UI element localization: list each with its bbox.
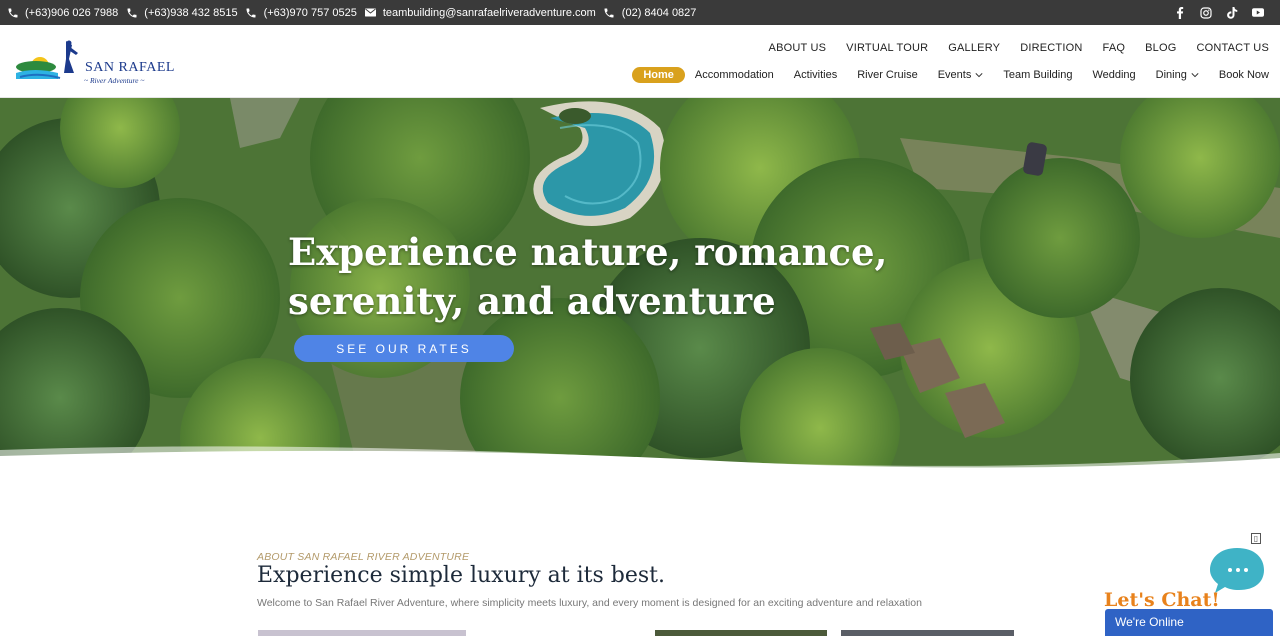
nav-activities[interactable]: Activities <box>794 69 837 81</box>
hero-section: Experience nature, romance, serenity, an… <box>0 98 1280 478</box>
secondary-nav: ABOUT US VIRTUAL TOUR GALLERY DIRECTION … <box>769 42 1269 54</box>
hero-title-line-1: Experience nature, romance, <box>288 230 888 274</box>
chevron-down-icon <box>1191 73 1199 78</box>
gallery-thumbnail[interactable] <box>841 630 1014 636</box>
instagram-icon[interactable] <box>1200 6 1212 19</box>
phone-icon <box>603 6 616 19</box>
nav-label: Dining <box>1155 69 1187 81</box>
nav-gallery[interactable]: GALLERY <box>948 42 1000 54</box>
contact-phone-2[interactable]: (+63)938 432 8515 <box>125 6 238 19</box>
gallery-thumbnail[interactable] <box>655 630 827 636</box>
contact-phone-4[interactable]: (02) 8404 0827 <box>603 6 697 19</box>
nav-virtual-tour[interactable]: VIRTUAL TOUR <box>846 42 928 54</box>
nav-label: Accommodation <box>694 69 774 81</box>
chevron-down-icon <box>975 73 983 78</box>
nav-blog[interactable]: BLOG <box>1145 42 1176 54</box>
about-eyebrow: ABOUT SAN RAFAEL RIVER ADVENTURE <box>257 551 470 563</box>
nav-wedding[interactable]: Wedding <box>1092 69 1135 81</box>
nav-faq[interactable]: FAQ <box>1103 42 1126 54</box>
about-description: Welcome to San Rafael River Adventure, w… <box>257 597 922 609</box>
nav-label: Team Building <box>1003 69 1073 81</box>
about-title: Experience simple luxury at its best. <box>257 563 666 588</box>
gallery-thumbnail[interactable] <box>258 630 466 636</box>
contact-text: (+63)938 432 8515 <box>144 6 238 19</box>
logo-subtitle: ~ River Adventure ~ <box>84 76 145 85</box>
nav-about-us[interactable]: ABOUT US <box>769 42 827 54</box>
email-icon <box>364 6 377 19</box>
youtube-icon[interactable] <box>1252 7 1264 19</box>
nav-dining[interactable]: Dining <box>1156 69 1199 81</box>
contact-text: teambuilding@sanrafaelriveradventure.com <box>382 6 596 19</box>
contact-phone-3[interactable]: (+63)970 757 0525 <box>245 6 357 19</box>
nav-label: Wedding <box>1092 69 1136 81</box>
phone-icon <box>6 6 19 19</box>
nav-label: Activities <box>793 69 838 81</box>
phone-icon <box>125 6 138 19</box>
site-header: SAN RAFAEL ~ River Adventure ~ ABOUT US … <box>0 25 1280 98</box>
chat-close-icon[interactable]: ▯ <box>1251 533 1261 544</box>
contact-text: (+63)970 757 0525 <box>263 6 357 19</box>
nav-contact-us[interactable]: CONTACT US <box>1197 42 1270 54</box>
phone-icon <box>245 6 258 19</box>
tiktok-icon[interactable] <box>1226 6 1238 19</box>
lets-chat-label[interactable]: Let's Chat! <box>1104 589 1220 611</box>
contact-list: (+63)906 026 7988 (+63)938 432 8515 (+63… <box>6 0 696 25</box>
nav-label: Events <box>937 69 972 81</box>
social-links <box>1174 0 1264 25</box>
contact-text: (+63)906 026 7988 <box>25 6 119 19</box>
contact-phone-1[interactable]: (+63)906 026 7988 <box>6 6 118 19</box>
top-contact-bar: (+63)906 026 7988 (+63)938 432 8515 (+63… <box>0 0 1280 25</box>
nav-events[interactable]: Events <box>938 69 984 81</box>
hero-title: Experience nature, romance, serenity, an… <box>288 228 888 326</box>
logo-title: SAN RAFAEL <box>85 60 175 75</box>
contact-text: (02) 8404 0827 <box>621 6 697 19</box>
nav-label: River Cruise <box>857 69 918 81</box>
nav-team-building[interactable]: Team Building <box>1003 69 1072 81</box>
logo-subtitle-text: River Adventure <box>89 76 139 85</box>
nav-home[interactable]: Home <box>632 67 685 83</box>
facebook-icon[interactable] <box>1174 6 1186 19</box>
nav-book-now[interactable]: Book Now <box>1219 69 1269 81</box>
contact-email[interactable]: teambuilding@sanrafaelriveradventure.com <box>364 6 596 19</box>
nav-river-cruise[interactable]: River Cruise <box>857 69 918 81</box>
nav-direction[interactable]: DIRECTION <box>1020 42 1082 54</box>
nav-label: Book Now <box>1218 69 1269 81</box>
main-nav: Home Accommodation Activities River Crui… <box>632 67 1269 83</box>
nav-accommodation[interactable]: Accommodation <box>695 69 774 81</box>
chat-status-bar[interactable]: We're Online <box>1105 609 1273 636</box>
chat-bubble-icon[interactable] <box>1209 546 1265 594</box>
hero-title-line-2: serenity, and adventure <box>288 279 776 323</box>
site-logo[interactable]: SAN RAFAEL ~ River Adventure ~ <box>14 37 174 87</box>
see-our-rates-button[interactable]: SEE OUR RATES <box>294 335 514 362</box>
